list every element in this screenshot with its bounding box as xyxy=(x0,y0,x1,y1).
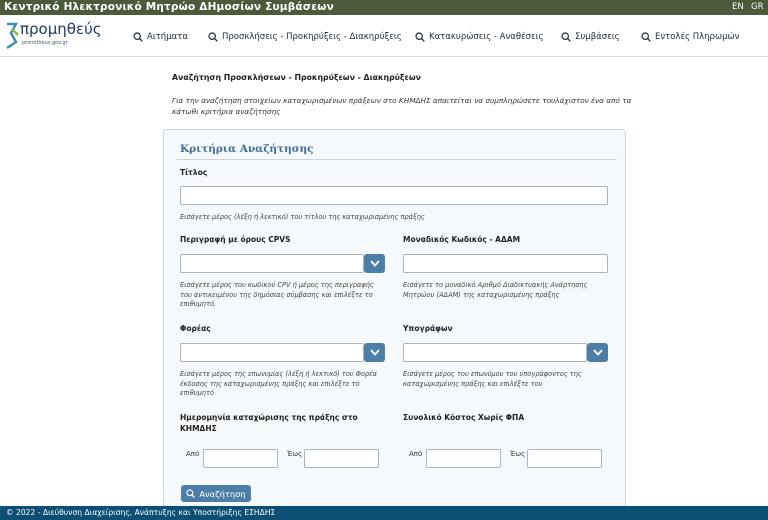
top-bar: Κεντρικό Ηλεκτρονικό Μητρώο ΔΗμοσίων Συμ… xyxy=(0,0,768,15)
nav-item-label: Προσκλήσεις - Προκηρύξεις - Διακηρύξεις xyxy=(222,32,402,42)
search-icon xyxy=(561,32,571,42)
logo-mark-icon xyxy=(6,22,19,49)
adam-hint: Εισάγετε το μοναδικό Αριθμό Διαδικτυακής… xyxy=(403,281,588,299)
chevron-down-icon xyxy=(369,260,380,267)
logo-name: προμηθεύς xyxy=(20,20,102,38)
lang-en-link[interactable]: EN xyxy=(732,2,744,12)
lang-gr-link[interactable]: GR xyxy=(751,2,764,12)
nav-item-notices[interactable]: Προσκλήσεις - Προκηρύξεις - Διακηρύξεις xyxy=(208,30,402,44)
foreas-dropdown-button[interactable] xyxy=(364,343,385,362)
search-icon xyxy=(208,32,218,42)
foreas-input[interactable] xyxy=(180,343,364,362)
cost-to-label: Έως xyxy=(510,450,526,458)
foreas-hint: Εισάγετε μέρος της επωνυμίας (λέξη ή λεκ… xyxy=(180,370,378,397)
cpvs-input[interactable] xyxy=(180,254,364,273)
search-icon xyxy=(641,32,651,42)
cpvs-label: Περιγραφή με όρους CPVS xyxy=(180,235,291,244)
nav-item-label: Αιτήματα xyxy=(147,32,188,42)
date-from-label: Από xyxy=(186,450,200,458)
title-label: Τίτλος xyxy=(180,168,208,177)
nav-item-payments[interactable]: Εντολές Πληρωμών xyxy=(641,30,739,44)
search-button-label: Αναζήτηση xyxy=(199,488,246,499)
title-input[interactable] xyxy=(180,186,608,205)
search-icon xyxy=(415,32,425,42)
chevron-down-icon xyxy=(592,349,603,356)
nav-item-awards[interactable]: Κατακυρώσεις - Αναθέσεις xyxy=(415,30,543,44)
signer-hint: Εισάγετε μέρος του επωνύμου του υπογράφο… xyxy=(403,370,582,388)
chevron-down-icon xyxy=(369,349,380,356)
cost-from-label: Από xyxy=(409,450,423,458)
page-title: Αναζήτηση Προσκλήσεων - Προκηρύξεων - Δι… xyxy=(172,73,421,82)
cost-label: Συνολικό Κόστος Χωρίς ΦΠΑ xyxy=(403,413,525,422)
nav-item-label: Συμβάσεις xyxy=(575,32,620,42)
search-button[interactable]: Αναζήτηση xyxy=(181,485,251,502)
nav-item-contracts[interactable]: Συμβάσεις xyxy=(561,30,620,44)
adam-input[interactable] xyxy=(403,254,608,273)
cpvs-dropdown-button[interactable] xyxy=(364,254,385,273)
title-hint: Εισάγετε μέρος (λέξη ή λεκτικό) του τίτλ… xyxy=(180,213,425,221)
nav-item-label: Κατακυρώσεις - Αναθέσεις xyxy=(429,32,544,42)
nav-item-label: Εντολές Πληρωμών xyxy=(655,32,740,42)
signer-label: Υπογράφων xyxy=(403,324,453,333)
search-icon xyxy=(133,32,143,42)
footer: © 2022 - Διεύθυνση Διαχείρισης, Ανάπτυξη… xyxy=(0,506,768,520)
page-intro: Για την αναζήτηση στοιχείων καταχωρισμέν… xyxy=(172,96,632,116)
logo[interactable]: προμηθεύς promitheus.gov.gr xyxy=(4,19,104,53)
logo-subtitle: promitheus.gov.gr xyxy=(22,40,68,46)
signer-input[interactable] xyxy=(403,343,587,362)
divider xyxy=(176,159,617,160)
date-to-label: Έως xyxy=(287,450,303,458)
footer-text: © 2022 - Διεύθυνση Διαχείρισης, Ανάπτυξη… xyxy=(6,508,276,517)
main-content: Αναζήτηση Προσκλήσεων - Προκηρύξεων - Δι… xyxy=(0,58,768,520)
signer-dropdown-button[interactable] xyxy=(587,343,608,362)
card-title: Κριτήρια Αναζήτησης xyxy=(180,143,314,155)
date-label: Ημερομηνία καταχώρισης της πράξης στο ΚΗ… xyxy=(180,413,358,433)
search-icon xyxy=(186,489,196,498)
cost-to-input[interactable] xyxy=(527,449,602,468)
foreas-label: Φορέας xyxy=(180,324,211,333)
site-title: Κεντρικό Ηλεκτρονικό Μητρώο ΔΗμοσίων Συμ… xyxy=(4,1,334,13)
cost-from-input[interactable] xyxy=(426,449,501,468)
adam-label: Μοναδικός Κωδικός - ΑΔΑΜ xyxy=(403,235,521,244)
main-nav: προμηθεύς promitheus.gov.gr Αιτήματα Προ… xyxy=(0,15,768,57)
nav-item-requests[interactable]: Αιτήματα xyxy=(133,30,188,44)
date-from-input[interactable] xyxy=(203,449,278,468)
cpvs-hint: Εισάγετε μέρος του κωδικού CPV ή μέρος τ… xyxy=(180,281,374,308)
date-to-input[interactable] xyxy=(304,449,379,468)
search-criteria-card: Κριτήρια Αναζήτησης Τίτλος Εισάγετε μέρο… xyxy=(163,129,626,520)
